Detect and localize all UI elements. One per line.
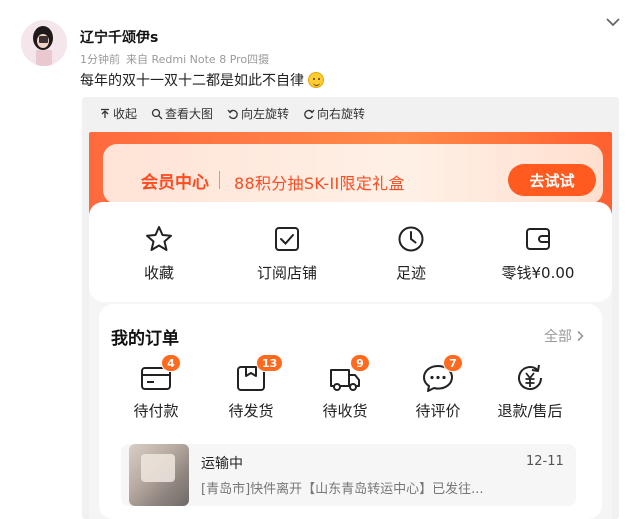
image-toolbar: 收起 查看大图 向左旋转 向右旋转: [82, 97, 619, 130]
status-pending-payment[interactable]: 4 待付款: [111, 354, 201, 421]
quick-link-label: 订阅店铺: [256, 264, 317, 282]
view-large-label: 查看大图: [165, 107, 214, 121]
status-label: 待评价: [415, 402, 461, 420]
banner-title: 会员中心: [141, 173, 209, 193]
quick-link-footprints[interactable]: 足迹: [356, 224, 466, 283]
status-pending-shipment[interactable]: 13 待发货: [206, 354, 296, 421]
shipment-date: 12-11: [526, 454, 564, 469]
star-icon: [146, 226, 172, 251]
shipment-row[interactable]: 运输中 12-11 [青岛市]快件离开【山东青岛转运中心】已发往...: [121, 444, 576, 506]
banner-promo: 88积分抽SK-II限定礼盒: [234, 174, 405, 193]
orders-title: 我的订单: [111, 329, 179, 349]
status-badge: 7: [443, 354, 463, 372]
laugh-emoji-icon: [308, 72, 324, 88]
rotate-right-icon: [304, 109, 315, 119]
quick-link-label: 足迹: [395, 264, 426, 282]
post-source[interactable]: 来自 Redmi Note 8 Pro四摄: [126, 53, 269, 66]
avatar-photo: [21, 20, 67, 66]
quick-links-card: 收藏 订阅店铺 足迹 零钱¥0.00: [89, 202, 612, 302]
status-icon-wrap: 9: [328, 354, 370, 394]
status-label: 待付款: [133, 402, 179, 420]
post-time: 1分钟前: [80, 53, 120, 66]
all-orders-link[interactable]: 全部: [544, 326, 585, 346]
rotate-left-button[interactable]: 向左旋转: [227, 105, 289, 122]
member-banner-pill[interactable]: 会员中心 88积分抽SK-II限定礼盒 去试试: [103, 144, 603, 204]
username[interactable]: 辽宁千颂伊s: [80, 27, 158, 47]
status-refund-aftersales[interactable]: 退款/售后: [485, 362, 575, 421]
quick-link-label: 零钱¥0.00: [501, 264, 575, 282]
rotate-left-icon: [227, 109, 238, 119]
status-icon-wrap: 4: [139, 354, 181, 394]
status-icon-wrap: [513, 362, 547, 394]
status-label: 待发货: [228, 402, 274, 420]
status-badge: 9: [350, 354, 370, 372]
collapse-button[interactable]: 收起: [99, 105, 137, 122]
clock-icon: [398, 226, 424, 252]
product-thumbnail: [129, 444, 189, 506]
wallet-icon: [526, 228, 550, 250]
try-button[interactable]: 去试试: [508, 164, 596, 196]
status-badge: 13: [256, 354, 284, 372]
status-badge: 4: [161, 354, 181, 372]
caption-text: 每年的双十一双十二都是如此不自律: [80, 73, 304, 89]
collapse-icon: [101, 108, 109, 118]
post-meta: 1分钟前 来自 Redmi Note 8 Pro四摄: [80, 51, 269, 67]
quick-link-wallet[interactable]: 零钱¥0.00: [483, 224, 593, 283]
magnifier-icon: [151, 108, 163, 119]
collapse-label: 收起: [113, 107, 138, 121]
status-pending-review[interactable]: 7 待评价: [393, 354, 483, 421]
status-icon-wrap: 13: [234, 354, 284, 394]
avatar[interactable]: [21, 20, 67, 66]
my-orders-card: 我的订单 全部 4 待付款 13 待发货 9 待收货 7 待评价 退款/售后 运…: [99, 304, 602, 519]
all-orders-label: 全部: [544, 329, 572, 345]
subscribe-icon: [275, 227, 299, 251]
rotate-right-button[interactable]: 向右旋转: [303, 105, 365, 122]
quick-link-subscribed-shops[interactable]: 订阅店铺: [232, 224, 342, 283]
status-icon-wrap: 7: [421, 354, 463, 394]
status-pending-receipt[interactable]: 9 待收货: [300, 354, 390, 421]
banner-divider: [219, 171, 220, 189]
status-label: 退款/售后: [497, 402, 563, 420]
shipment-detail: [青岛市]快件离开【山东青岛转运中心】已发往...: [201, 482, 484, 497]
status-label: 待收货: [322, 402, 368, 420]
post-caption: 每年的双十一双十二都是如此不自律: [80, 70, 324, 90]
shipment-status: 运输中: [201, 456, 243, 472]
chevron-right-icon: [577, 330, 584, 342]
view-large-button[interactable]: 查看大图: [151, 105, 213, 122]
chevron-down-icon[interactable]: [603, 12, 623, 32]
rotate-left-label: 向左旋转: [241, 107, 290, 121]
refund-icon: [518, 364, 543, 391]
rotate-right-label: 向右旋转: [317, 107, 366, 121]
quick-link-label: 收藏: [143, 264, 174, 282]
embedded-screenshot[interactable]: 会员中心 88积分抽SK-II限定礼盒 去试试 收藏 订阅店铺 足迹 零钱¥0.…: [89, 132, 612, 519]
quick-link-favorites[interactable]: 收藏: [104, 224, 214, 283]
